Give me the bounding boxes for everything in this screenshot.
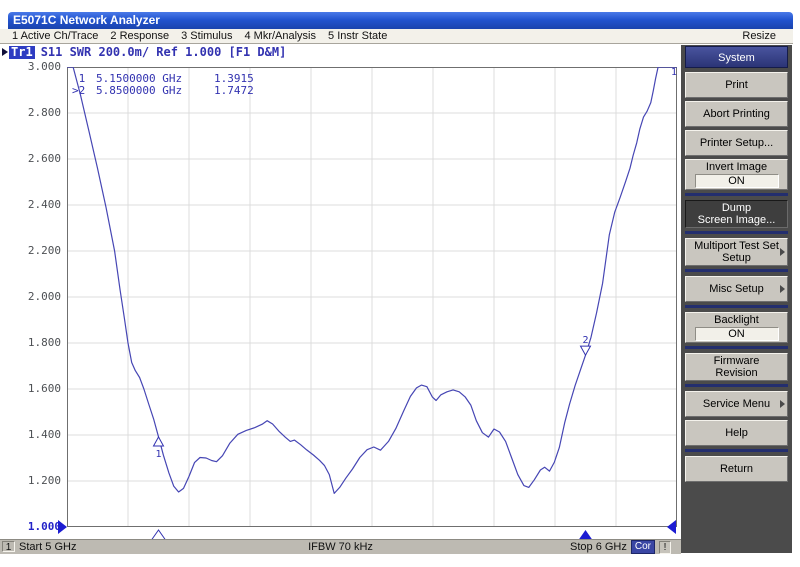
softkey-button-stack: Print Abort Printing Printer Setup... Inver… (685, 72, 788, 482)
softkey-multiport-test-set-setup[interactable]: Multiport Test SetSetup (685, 238, 788, 266)
softkey-dump-screen-image[interactable]: DumpScreen Image... (685, 200, 788, 228)
softkey-label: Dump (722, 202, 751, 214)
softkey-label: Print (725, 79, 748, 91)
softkey-abort-printing[interactable]: Abort Printing (685, 101, 788, 127)
y-axis-tick-label: 3.000 (0, 60, 61, 73)
y-axis-tick-label: 1.400 (0, 428, 61, 441)
menu-response[interactable]: 2 Response (110, 30, 169, 42)
menu-active-ch-trace[interactable]: 1 Active Ch/Trace (12, 30, 98, 42)
softkey-group-separator (685, 269, 788, 272)
softkey-group-separator (685, 231, 788, 234)
marker-readout: 15.1500000 GHz1.3915 >25.8500000 GHz1.74… (72, 73, 254, 97)
active-trace-arrow-icon (2, 48, 8, 56)
y-axis-tick-label: 2.000 (0, 290, 61, 303)
marker-2-number: 2 (582, 335, 588, 346)
sweep-start-label: Start 5 GHz (19, 540, 76, 554)
softkey-label: Revision (715, 367, 757, 379)
softkey-group-separator (685, 346, 788, 349)
correction-badge: Cor (631, 540, 655, 554)
menu-bar: 1 Active Ch/Trace 2 Response 3 Stimulus … (0, 29, 793, 44)
y-axis-tick-label: 1.200 (0, 474, 61, 487)
app-window: E5071C Network Analyzer 1 Active Ch/Trac… (0, 0, 800, 567)
submenu-arrow-icon (780, 285, 785, 293)
menu-instr-state[interactable]: 5 Instr State (328, 30, 387, 42)
softkey-label: Abort Printing (703, 108, 770, 120)
softkey-state-invert-image: ON (695, 174, 779, 188)
trace-name-badge[interactable]: Tr1 (9, 46, 35, 59)
softkey-label: Setup (722, 252, 751, 264)
reference-level-arrow-right (667, 520, 676, 534)
y-axis-tick-label: 2.400 (0, 198, 61, 211)
softkey-label: Help (725, 427, 748, 439)
trace-status-line: Tr1 S11 SWR 200.0m/ Ref 1.000 [F1 D&M] (2, 45, 286, 59)
swr-chart[interactable]: 1 1 2 (67, 67, 677, 527)
softkey-group-separator (685, 384, 788, 387)
softkey-backlight[interactable]: BacklightON (685, 312, 788, 343)
softkey-label: Misc Setup (709, 283, 763, 295)
marker-2-index: >2 (72, 85, 96, 97)
sweep-stop-label: Stop 6 GHz (570, 541, 627, 553)
marker-2-frequency: 5.8500000 GHz (96, 85, 214, 97)
softkey-label: Return (720, 463, 753, 475)
ifbw-label: IFBW 70 kHz (308, 540, 373, 554)
trace-number-label: 1 (671, 67, 677, 78)
softkey-label: Screen Image... (698, 214, 776, 226)
y-axis-tick-label: 1.800 (0, 336, 61, 349)
softkey-printer-setup[interactable]: Printer Setup... (685, 130, 788, 156)
marker-2-value: 1.7472 (214, 84, 254, 97)
softkey-label: Service Menu (703, 398, 770, 410)
y-axis-tick-label: 2.800 (0, 106, 61, 119)
softkey-group-separator (685, 193, 788, 196)
softkey-label: Printer Setup... (700, 137, 773, 149)
softkey-print[interactable]: Print (685, 72, 788, 98)
marker-2-glyph[interactable] (581, 346, 591, 355)
channel-number-box: 1 (2, 541, 15, 552)
softkey-menu-title: System (685, 46, 788, 68)
softkey-invert-image[interactable]: Invert ImageON (685, 159, 788, 190)
softkey-service-menu[interactable]: Service Menu (685, 391, 788, 417)
window-title: E5071C Network Analyzer (13, 13, 160, 27)
softkey-label: Backlight (714, 314, 759, 326)
status-bar-right-group: Stop 6 GHz Cor ! (570, 540, 671, 554)
softkey-label: Multiport Test Set (694, 240, 779, 252)
submenu-arrow-icon (780, 248, 785, 256)
y-axis-tick-label: 2.200 (0, 244, 61, 257)
softkey-group-separator (685, 305, 788, 308)
y-axis-tick-label: 1.000 (0, 520, 61, 533)
trace-info-text: S11 SWR 200.0m/ Ref 1.000 [F1 D&M] (41, 45, 287, 59)
softkey-sidebar: System Print Abort Printing Printer Setup.… (681, 45, 792, 553)
menu-mkr-analysis[interactable]: 4 Mkr/Analysis (244, 30, 316, 42)
softkey-label: Invert Image (706, 161, 767, 173)
marker-1-glyph[interactable] (154, 437, 164, 446)
window-titlebar[interactable]: E5071C Network Analyzer (8, 12, 793, 29)
softkey-return[interactable]: Return (685, 456, 788, 482)
softkey-group-separator (685, 449, 788, 452)
marker-readout-row-2: >25.8500000 GHz1.7472 (72, 85, 254, 97)
menu-resize[interactable]: Resize (742, 30, 776, 42)
marker-1-number: 1 (155, 449, 161, 460)
marker-1-stimulus-indicator[interactable] (152, 530, 166, 540)
softkey-label: Firmware (714, 355, 760, 367)
softkey-help[interactable]: Help (685, 420, 788, 446)
menu-stimulus[interactable]: 3 Stimulus (181, 30, 232, 42)
reference-level-arrow-left (58, 520, 67, 534)
status-bar: 1 Start 5 GHz IFBW 70 kHz Stop 6 GHz Cor… (0, 540, 681, 554)
softkey-firmware-revision[interactable]: FirmwareRevision (685, 353, 788, 381)
submenu-arrow-icon (780, 400, 785, 408)
softkey-misc-setup[interactable]: Misc Setup (685, 276, 788, 302)
y-axis-tick-label: 1.600 (0, 382, 61, 395)
softkey-state-backlight: ON (695, 327, 779, 341)
y-axis-tick-label: 2.600 (0, 152, 61, 165)
marker-2-stimulus-indicator[interactable] (579, 530, 593, 540)
alert-indicator: ! (659, 541, 671, 554)
